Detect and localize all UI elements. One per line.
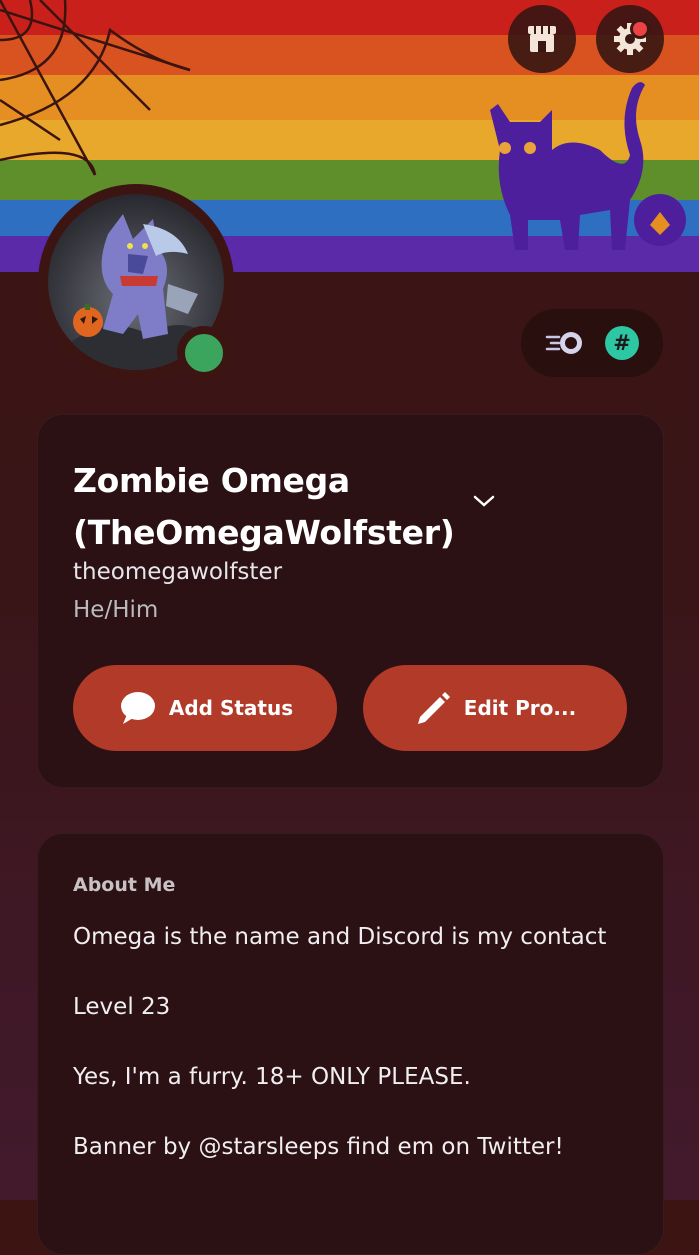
profile-badges[interactable]: # bbox=[521, 309, 663, 377]
display-name: Zombie Omega (TheOmegaWolfster) bbox=[73, 461, 455, 552]
settings-button[interactable] bbox=[596, 5, 664, 73]
notification-dot bbox=[630, 19, 650, 39]
shop-button[interactable] bbox=[508, 5, 576, 73]
shop-icon bbox=[528, 26, 556, 52]
username: theomegawolfster bbox=[73, 559, 283, 585]
edit-profile-label: Edit Pro... bbox=[463, 696, 577, 720]
about-me-heading: About Me bbox=[73, 874, 176, 896]
about-me-card: About Me Omega is the name and Discord i… bbox=[37, 833, 664, 1255]
pencil-icon bbox=[417, 692, 450, 724]
about-line: Level 23 bbox=[73, 994, 171, 1020]
about-line: Yes, I'm a furry. 18+ ONLY PLEASE. bbox=[73, 1064, 471, 1090]
about-line: Banner by @starsleeps find em on Twitter… bbox=[73, 1134, 564, 1160]
about-line: Omega is the name and Discord is my cont… bbox=[73, 924, 607, 950]
hashtag-badge-icon: # bbox=[605, 326, 639, 360]
add-status-button[interactable]: Add Status bbox=[73, 665, 337, 751]
chevron-down-icon[interactable] bbox=[472, 493, 496, 509]
profile-card: Zombie Omega (TheOmegaWolfster) theomega… bbox=[37, 414, 664, 788]
edit-profile-button[interactable]: Edit Pro... bbox=[363, 665, 627, 751]
online-status-indicator bbox=[177, 326, 231, 380]
avatar-container[interactable] bbox=[38, 184, 234, 380]
add-status-label: Add Status bbox=[168, 696, 294, 720]
speech-bubble-icon bbox=[120, 692, 155, 724]
nitro-badge-icon bbox=[545, 332, 582, 354]
pronouns: He/Him bbox=[73, 597, 159, 623]
